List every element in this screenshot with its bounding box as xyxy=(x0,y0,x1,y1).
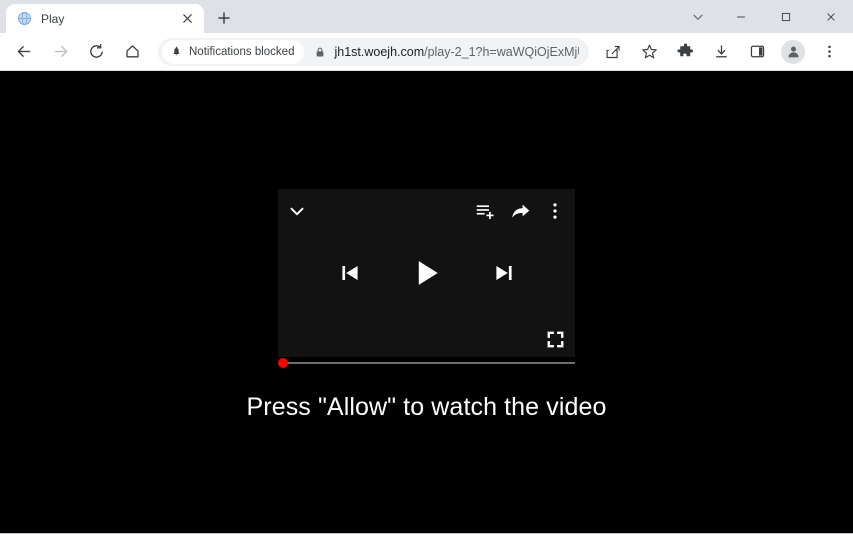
new-tab-button[interactable] xyxy=(210,4,238,32)
window-controls xyxy=(678,0,853,33)
player-bottom-right-controls xyxy=(546,330,565,349)
globe-icon xyxy=(16,11,32,27)
side-panel-icon[interactable] xyxy=(743,38,771,66)
tab-strip: Play xyxy=(0,0,853,33)
tab-search-button[interactable] xyxy=(678,0,718,33)
window-close-button[interactable] xyxy=(808,0,853,33)
play-icon[interactable] xyxy=(410,256,444,290)
avatar[interactable] xyxy=(781,39,805,64)
allow-prompt-message: Press "Allow" to watch the video xyxy=(246,393,607,421)
back-arrow-icon[interactable] xyxy=(10,38,38,66)
skip-next-icon[interactable] xyxy=(492,261,516,285)
page-content: Press "Allow" to watch the video xyxy=(0,71,853,534)
omnibox[interactable]: Notifications blocked jh1st.woejh.com/pl… xyxy=(158,37,589,66)
browser-tab-play[interactable]: Play xyxy=(6,4,204,33)
tab-title: Play xyxy=(41,11,65,26)
notifications-blocked-label: Notifications blocked xyxy=(189,45,295,58)
progress-scrubber-handle[interactable] xyxy=(278,358,288,368)
reload-icon[interactable] xyxy=(82,38,110,66)
window-maximize-button[interactable] xyxy=(763,0,808,33)
skip-previous-icon[interactable] xyxy=(338,261,362,285)
chrome-menu-three-dot-icon[interactable] xyxy=(815,38,843,66)
forward-arrow-icon xyxy=(46,38,74,66)
window-minimize-button[interactable] xyxy=(718,0,763,33)
close-icon[interactable] xyxy=(178,10,196,28)
puzzle-icon[interactable] xyxy=(671,38,699,66)
omnibox-url-path: /play-2_1?h=waWQiOjExMjU3NDUsInNpZCI6MTE… xyxy=(424,44,579,59)
omnibox-url[interactable]: jh1st.woejh.com/play-2_1?h=waWQiOjExMjU3… xyxy=(334,45,579,59)
omnibox-url-host: jh1st.woejh.com xyxy=(334,44,425,59)
share-icon[interactable] xyxy=(599,38,627,66)
progress-track[interactable] xyxy=(282,362,575,364)
star-icon[interactable] xyxy=(635,38,663,66)
browser-toolbar: Notifications blocked jh1st.woejh.com/pl… xyxy=(0,33,853,71)
download-icon[interactable] xyxy=(707,38,735,66)
fullscreen-icon[interactable] xyxy=(546,330,565,349)
player-progress-bar[interactable] xyxy=(278,357,575,369)
bell-blocked-icon xyxy=(170,45,183,58)
player-transport-controls xyxy=(278,189,575,357)
lock-icon[interactable] xyxy=(314,46,326,58)
video-player-panel[interactable] xyxy=(278,189,575,357)
home-icon[interactable] xyxy=(118,38,146,66)
notifications-blocked-chip[interactable]: Notifications blocked xyxy=(162,39,305,64)
browser-window: Play Notifications blocked jh1st.woejh.c… xyxy=(0,0,853,534)
